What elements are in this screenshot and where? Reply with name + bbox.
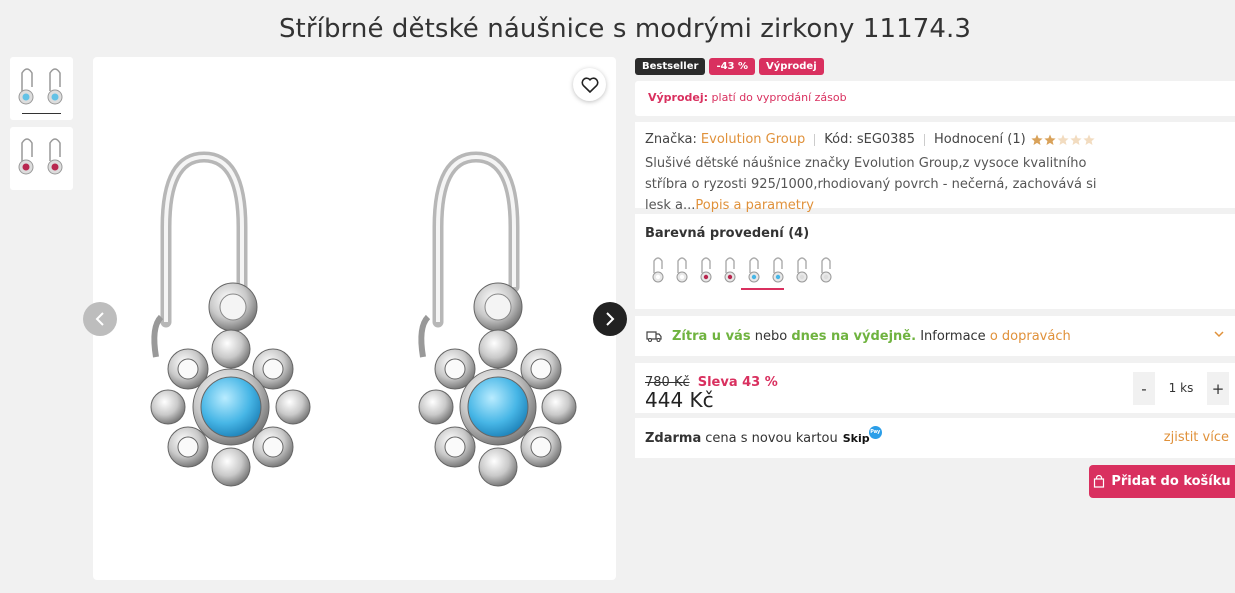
rating-stars[interactable] xyxy=(1031,134,1095,146)
add-to-cart-label: Přidat do košíku xyxy=(1111,474,1231,489)
divider xyxy=(814,133,816,146)
sale-label: Výprodej: xyxy=(648,91,709,104)
skip-logo-badge: Pay xyxy=(868,425,882,439)
delivery-tomorrow: Zítra u vás xyxy=(672,328,751,344)
variant-item[interactable] xyxy=(792,253,812,287)
product-description: Slušivé dětské náušnice značky Evolution… xyxy=(645,153,1125,216)
skip-more-link[interactable]: zjistit více xyxy=(1164,430,1229,445)
delivery-link[interactable]: o dopravách xyxy=(990,329,1071,344)
star-empty-icon xyxy=(1070,134,1082,145)
skip-card-offer: Zdarma cena s novou kartou Skip Pay zjis… xyxy=(635,418,1235,458)
earrings-thumbnail-image xyxy=(18,138,63,175)
variants-title: Barevná provedení (4) xyxy=(645,226,810,241)
star-filled-icon xyxy=(1044,134,1056,145)
quantity-stepper: - 1 ks + xyxy=(1133,372,1229,405)
description-more-link[interactable]: Popis a parametry xyxy=(695,198,814,213)
quantity-plus-button[interactable]: + xyxy=(1207,372,1229,405)
thumbnail-blue[interactable] xyxy=(10,57,73,120)
rating-label[interactable]: Hodnocení (1) xyxy=(934,132,1026,147)
product-main-image[interactable] xyxy=(93,57,616,580)
color-variants: Barevná provedení (4) xyxy=(635,214,1235,309)
quantity-minus-button[interactable]: - xyxy=(1133,372,1155,405)
skip-free-label: Zdarma xyxy=(645,430,702,446)
product-info: Značka: Evolution Group Kód: sEG0385 Hod… xyxy=(635,122,1235,213)
thumbnail-selected-indicator xyxy=(22,113,61,114)
quantity-input[interactable]: 1 ks xyxy=(1155,372,1207,405)
variant-list xyxy=(648,253,1235,290)
skip-pay-logo: Skip Pay xyxy=(842,425,882,445)
price-box: 780 Kč Sleva 43 % 444 Kč - 1 ks + xyxy=(635,363,1235,413)
delivery-info[interactable]: Zítra u vás nebo dnes na výdejně. Inform… xyxy=(635,316,1235,356)
chevron-left-icon xyxy=(95,312,104,326)
badge-sale: Výprodej xyxy=(759,58,824,75)
image-next-button[interactable] xyxy=(593,302,627,336)
chevron-down-icon[interactable] xyxy=(1213,328,1225,340)
sale-text: platí do vyprodání zásob xyxy=(711,91,847,104)
skip-logo-text: Skip xyxy=(842,431,870,445)
thumbnail-pink[interactable] xyxy=(10,127,73,190)
star-empty-icon xyxy=(1083,134,1095,145)
delivery-info-label: Informace xyxy=(920,328,986,344)
page-title: Stříbrné dětské náušnice s modrými zirko… xyxy=(278,14,972,44)
add-to-cart-button[interactable]: Přidat do košíku xyxy=(1089,465,1235,498)
star-empty-icon xyxy=(1057,134,1069,145)
chevron-right-icon xyxy=(606,312,615,326)
variant-item[interactable] xyxy=(672,253,692,287)
variant-item[interactable] xyxy=(816,253,836,287)
badge-bestseller: Bestseller xyxy=(635,58,706,75)
delivery-pickup: dnes na výdejně. xyxy=(791,328,917,344)
sale-notice: Výprodej: platí do vyprodání zásob xyxy=(635,81,1235,116)
divider xyxy=(923,133,925,146)
variant-item[interactable] xyxy=(648,253,668,287)
product-badges: Bestseller -43 % Výprodej xyxy=(635,58,824,75)
earrings-thumbnail-image xyxy=(18,68,63,105)
truck-icon xyxy=(646,331,662,342)
brand-link[interactable]: Evolution Group xyxy=(701,132,805,147)
favorite-button[interactable] xyxy=(573,68,606,101)
image-prev-button[interactable] xyxy=(83,302,117,336)
shopping-bag-icon xyxy=(1094,475,1105,488)
variant-item-selected[interactable] xyxy=(741,253,784,290)
heart-icon xyxy=(581,76,598,93)
brand-label: Značka: xyxy=(645,132,697,147)
delivery-or: nebo xyxy=(754,328,788,344)
product-code: Kód: sEG0385 xyxy=(824,132,915,147)
earrings-image xyxy=(150,151,577,487)
variant-item[interactable] xyxy=(720,253,740,287)
skip-text: cena s novou kartou xyxy=(705,430,838,446)
badge-discount: -43 % xyxy=(709,58,756,75)
variant-item[interactable] xyxy=(696,253,716,287)
star-filled-icon xyxy=(1031,134,1043,145)
variant-item[interactable] xyxy=(768,253,788,287)
